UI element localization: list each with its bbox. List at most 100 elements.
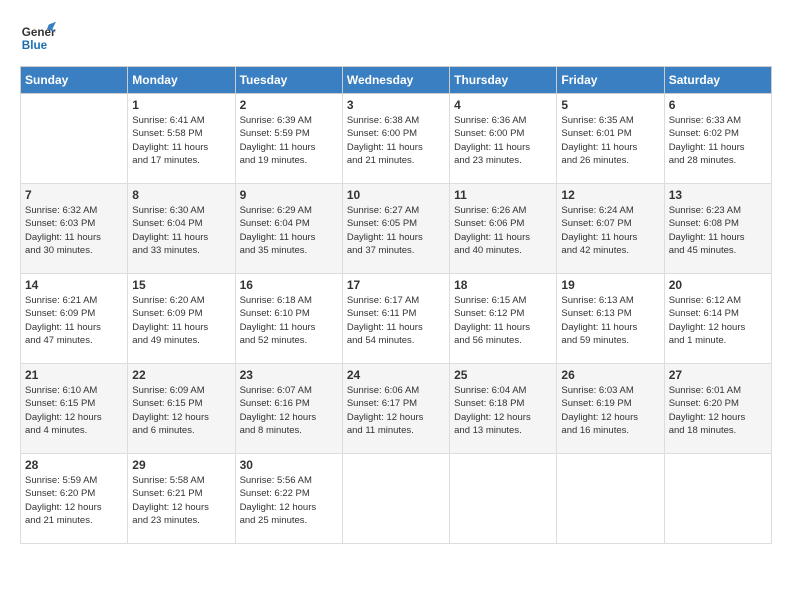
day-cell bbox=[664, 454, 771, 544]
day-number: 4 bbox=[454, 98, 552, 112]
day-info: Sunrise: 6:13 AM Sunset: 6:13 PM Dayligh… bbox=[561, 294, 659, 347]
day-cell bbox=[21, 94, 128, 184]
day-cell: 19Sunrise: 6:13 AM Sunset: 6:13 PM Dayli… bbox=[557, 274, 664, 364]
day-info: Sunrise: 6:33 AM Sunset: 6:02 PM Dayligh… bbox=[669, 114, 767, 167]
day-number: 9 bbox=[240, 188, 338, 202]
day-number: 5 bbox=[561, 98, 659, 112]
day-info: Sunrise: 6:30 AM Sunset: 6:04 PM Dayligh… bbox=[132, 204, 230, 257]
header-cell-wednesday: Wednesday bbox=[342, 67, 449, 94]
header-cell-thursday: Thursday bbox=[450, 67, 557, 94]
day-cell: 2 Sunrise: 6:39 AM Sunset: 5:59 PM Daylig… bbox=[235, 94, 342, 184]
day-number: 7 bbox=[25, 188, 123, 202]
day-cell bbox=[557, 454, 664, 544]
day-number: 26 bbox=[561, 368, 659, 382]
day-cell bbox=[342, 454, 449, 544]
day-number: 20 bbox=[669, 278, 767, 292]
day-cell: 4 Sunrise: 6:36 AM Sunset: 6:00 PM Daylig… bbox=[450, 94, 557, 184]
day-cell: 12 Sunrise: 6:24 AM Sunset: 6:07 PM Dayli… bbox=[557, 184, 664, 274]
header-cell-sunday: Sunday bbox=[21, 67, 128, 94]
day-cell: 11Sunrise: 6:26 AM Sunset: 6:06 PM Dayli… bbox=[450, 184, 557, 274]
day-number: 30 bbox=[240, 458, 338, 472]
day-cell: 5 Sunrise: 6:35 AM Sunset: 6:01 PM Daylig… bbox=[557, 94, 664, 184]
day-cell: 23Sunrise: 6:07 AM Sunset: 6:16 PM Dayli… bbox=[235, 364, 342, 454]
day-number: 2 bbox=[240, 98, 338, 112]
day-number: 12 bbox=[561, 188, 659, 202]
week-row-4: 28 Sunrise: 5:59 AM Sunset: 6:20 PM Dayli… bbox=[21, 454, 772, 544]
header-cell-friday: Friday bbox=[557, 67, 664, 94]
day-info: Sunrise: 6:32 AM Sunset: 6:03 PM Dayligh… bbox=[25, 204, 123, 257]
day-info: Sunrise: 6:38 AM Sunset: 6:00 PM Dayligh… bbox=[347, 114, 445, 167]
day-info: Sunrise: 6:10 AM Sunset: 6:15 PM Dayligh… bbox=[25, 384, 123, 437]
day-cell: 6Sunrise: 6:33 AM Sunset: 6:02 PM Daylig… bbox=[664, 94, 771, 184]
day-cell: 22 Sunrise: 6:09 AM Sunset: 6:15 PM Dayli… bbox=[128, 364, 235, 454]
day-info: Sunrise: 5:56 AM Sunset: 6:22 PM Dayligh… bbox=[240, 474, 338, 527]
week-row-1: 7 Sunrise: 6:32 AM Sunset: 6:03 PM Daylig… bbox=[21, 184, 772, 274]
day-number: 18 bbox=[454, 278, 552, 292]
header-cell-tuesday: Tuesday bbox=[235, 67, 342, 94]
day-cell: 15Sunrise: 6:20 AM Sunset: 6:09 PM Dayli… bbox=[128, 274, 235, 364]
header-cell-monday: Monday bbox=[128, 67, 235, 94]
day-cell: 8Sunrise: 6:30 AM Sunset: 6:04 PM Daylig… bbox=[128, 184, 235, 274]
day-info: Sunrise: 6:23 AM Sunset: 6:08 PM Dayligh… bbox=[669, 204, 767, 257]
day-cell: 7 Sunrise: 6:32 AM Sunset: 6:03 PM Daylig… bbox=[21, 184, 128, 274]
day-cell: 16 Sunrise: 6:18 AM Sunset: 6:10 PM Dayli… bbox=[235, 274, 342, 364]
day-info: Sunrise: 6:01 AM Sunset: 6:20 PM Dayligh… bbox=[669, 384, 767, 437]
day-info: Sunrise: 6:15 AM Sunset: 6:12 PM Dayligh… bbox=[454, 294, 552, 347]
day-cell: 26 Sunrise: 6:03 AM Sunset: 6:19 PM Dayli… bbox=[557, 364, 664, 454]
calendar-body: 1Sunrise: 6:41 AM Sunset: 5:58 PM Daylig… bbox=[21, 94, 772, 544]
day-cell: 24 Sunrise: 6:06 AM Sunset: 6:17 PM Dayli… bbox=[342, 364, 449, 454]
day-info: Sunrise: 6:36 AM Sunset: 6:00 PM Dayligh… bbox=[454, 114, 552, 167]
day-cell: 21Sunrise: 6:10 AM Sunset: 6:15 PM Dayli… bbox=[21, 364, 128, 454]
header-cell-saturday: Saturday bbox=[664, 67, 771, 94]
calendar-table: SundayMondayTuesdayWednesdayThursdayFrid… bbox=[20, 66, 772, 544]
day-info: Sunrise: 6:39 AM Sunset: 5:59 PM Dayligh… bbox=[240, 114, 338, 167]
day-number: 27 bbox=[669, 368, 767, 382]
week-row-3: 21Sunrise: 6:10 AM Sunset: 6:15 PM Dayli… bbox=[21, 364, 772, 454]
day-cell bbox=[450, 454, 557, 544]
day-number: 11 bbox=[454, 188, 552, 202]
day-info: Sunrise: 6:35 AM Sunset: 6:01 PM Dayligh… bbox=[561, 114, 659, 167]
day-number: 14 bbox=[25, 278, 123, 292]
day-info: Sunrise: 6:29 AM Sunset: 6:04 PM Dayligh… bbox=[240, 204, 338, 257]
day-number: 13 bbox=[669, 188, 767, 202]
day-number: 17 bbox=[347, 278, 445, 292]
header-row: SundayMondayTuesdayWednesdayThursdayFrid… bbox=[21, 67, 772, 94]
day-number: 29 bbox=[132, 458, 230, 472]
week-row-0: 1Sunrise: 6:41 AM Sunset: 5:58 PM Daylig… bbox=[21, 94, 772, 184]
day-number: 22 bbox=[132, 368, 230, 382]
day-info: Sunrise: 6:18 AM Sunset: 6:10 PM Dayligh… bbox=[240, 294, 338, 347]
day-cell: 17 Sunrise: 6:17 AM Sunset: 6:11 PM Dayli… bbox=[342, 274, 449, 364]
day-number: 3 bbox=[347, 98, 445, 112]
day-cell: 10 Sunrise: 6:27 AM Sunset: 6:05 PM Dayli… bbox=[342, 184, 449, 274]
day-cell: 25Sunrise: 6:04 AM Sunset: 6:18 PM Dayli… bbox=[450, 364, 557, 454]
day-number: 16 bbox=[240, 278, 338, 292]
day-cell: 29Sunrise: 5:58 AM Sunset: 6:21 PM Dayli… bbox=[128, 454, 235, 544]
day-info: Sunrise: 6:24 AM Sunset: 6:07 PM Dayligh… bbox=[561, 204, 659, 257]
day-cell: 14 Sunrise: 6:21 AM Sunset: 6:09 PM Dayli… bbox=[21, 274, 128, 364]
day-number: 15 bbox=[132, 278, 230, 292]
day-cell: 20 Sunrise: 6:12 AM Sunset: 6:14 PM Dayli… bbox=[664, 274, 771, 364]
day-cell: 9 Sunrise: 6:29 AM Sunset: 6:04 PM Daylig… bbox=[235, 184, 342, 274]
day-info: Sunrise: 6:41 AM Sunset: 5:58 PM Dayligh… bbox=[132, 114, 230, 167]
svg-text:Blue: Blue bbox=[22, 39, 48, 52]
day-info: Sunrise: 6:27 AM Sunset: 6:05 PM Dayligh… bbox=[347, 204, 445, 257]
calendar-header: SundayMondayTuesdayWednesdayThursdayFrid… bbox=[21, 67, 772, 94]
day-info: Sunrise: 5:59 AM Sunset: 6:20 PM Dayligh… bbox=[25, 474, 123, 527]
day-info: Sunrise: 6:17 AM Sunset: 6:11 PM Dayligh… bbox=[347, 294, 445, 347]
day-cell: 3 Sunrise: 6:38 AM Sunset: 6:00 PM Daylig… bbox=[342, 94, 449, 184]
day-number: 28 bbox=[25, 458, 123, 472]
day-info: Sunrise: 6:12 AM Sunset: 6:14 PM Dayligh… bbox=[669, 294, 767, 347]
day-cell: 30 Sunrise: 5:56 AM Sunset: 6:22 PM Dayli… bbox=[235, 454, 342, 544]
day-info: Sunrise: 6:03 AM Sunset: 6:19 PM Dayligh… bbox=[561, 384, 659, 437]
day-number: 10 bbox=[347, 188, 445, 202]
logo-icon: General Blue bbox=[20, 20, 56, 56]
day-info: Sunrise: 6:06 AM Sunset: 6:17 PM Dayligh… bbox=[347, 384, 445, 437]
day-cell: 27 Sunrise: 6:01 AM Sunset: 6:20 PM Dayli… bbox=[664, 364, 771, 454]
day-info: Sunrise: 6:21 AM Sunset: 6:09 PM Dayligh… bbox=[25, 294, 123, 347]
day-cell: 28 Sunrise: 5:59 AM Sunset: 6:20 PM Dayli… bbox=[21, 454, 128, 544]
day-number: 24 bbox=[347, 368, 445, 382]
day-info: Sunrise: 6:07 AM Sunset: 6:16 PM Dayligh… bbox=[240, 384, 338, 437]
day-cell: 18 Sunrise: 6:15 AM Sunset: 6:12 PM Dayli… bbox=[450, 274, 557, 364]
page-header: General Blue bbox=[20, 20, 772, 56]
day-info: Sunrise: 6:09 AM Sunset: 6:15 PM Dayligh… bbox=[132, 384, 230, 437]
